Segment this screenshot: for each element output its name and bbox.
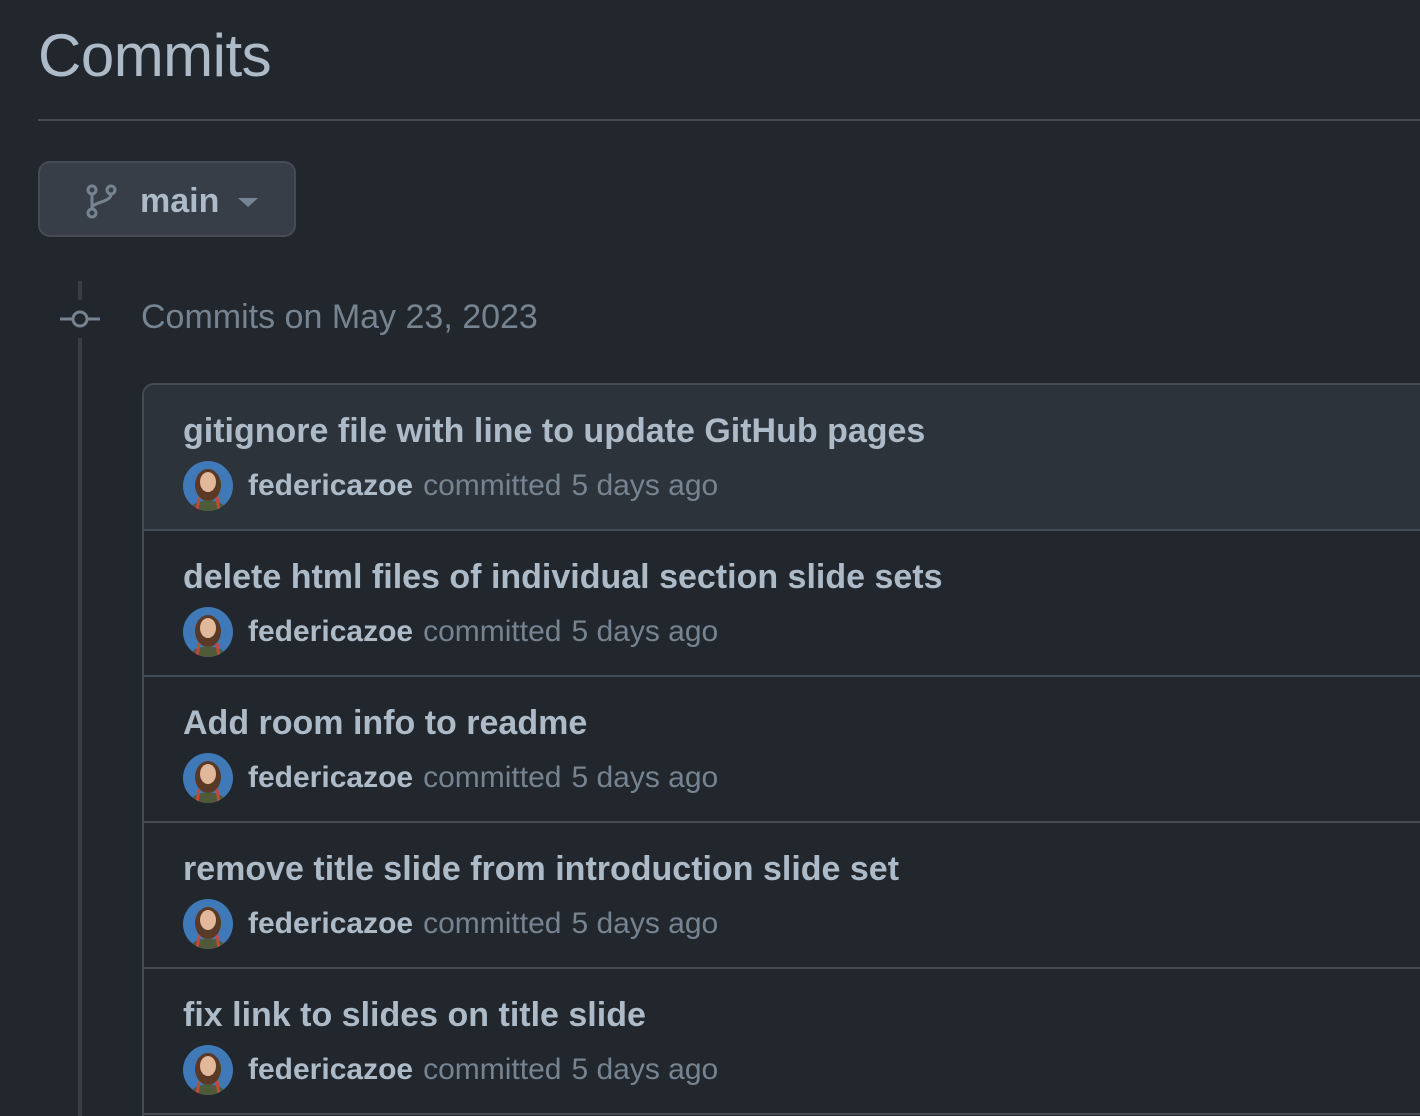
commit-time: 5 days ago bbox=[571, 761, 719, 794]
commit-action: committed bbox=[423, 615, 562, 648]
commit-meta: federicazoe committed 5 days ago bbox=[183, 461, 718, 511]
commit-action: committed bbox=[423, 907, 562, 940]
page-title: Commits bbox=[38, 22, 272, 89]
commit-group-heading: Commits on May 23, 2023 bbox=[141, 298, 538, 336]
avatar[interactable] bbox=[183, 607, 233, 657]
commit-message-link[interactable]: gitignore file with line to update GitHu… bbox=[183, 411, 925, 451]
commit-author-link[interactable]: federicazoe bbox=[248, 761, 413, 795]
timeline-line bbox=[78, 281, 82, 1116]
commit-row: fix link to slides on title slide federi… bbox=[144, 969, 1420, 1115]
commit-row: remove title slide from introduction sli… bbox=[144, 823, 1420, 969]
commit-time: 5 days ago bbox=[571, 1053, 719, 1086]
commit-author-link[interactable]: federicazoe bbox=[248, 907, 413, 941]
git-branch-icon bbox=[86, 184, 117, 219]
commit-author-link[interactable]: federicazoe bbox=[248, 1053, 413, 1087]
avatar[interactable] bbox=[183, 461, 233, 511]
avatar[interactable] bbox=[183, 899, 233, 949]
branch-select-button[interactable]: main bbox=[38, 161, 296, 237]
commit-action: committed bbox=[423, 1053, 562, 1086]
commit-message-link[interactable]: Add room info to readme bbox=[183, 703, 587, 743]
commit-time: 5 days ago bbox=[571, 907, 719, 940]
commit-list: gitignore file with line to update GitHu… bbox=[142, 383, 1420, 1116]
avatar[interactable] bbox=[183, 753, 233, 803]
chevron-down-icon bbox=[238, 198, 258, 207]
commit-meta: federicazoe committed 5 days ago bbox=[183, 607, 718, 657]
commit-author-link[interactable]: federicazoe bbox=[248, 469, 413, 503]
commit-row: gitignore file with line to update GitHu… bbox=[144, 385, 1420, 531]
commit-meta: federicazoe committed 5 days ago bbox=[183, 753, 718, 803]
commit-row: delete html files of individual section … bbox=[144, 531, 1420, 677]
commit-time: 5 days ago bbox=[571, 469, 719, 502]
commit-meta: federicazoe committed 5 days ago bbox=[183, 1045, 718, 1095]
avatar[interactable] bbox=[183, 1045, 233, 1095]
commit-message-link[interactable]: fix link to slides on title slide bbox=[183, 995, 646, 1035]
commit-meta: federicazoe committed 5 days ago bbox=[183, 899, 718, 949]
commit-message-link[interactable]: remove title slide from introduction sli… bbox=[183, 849, 899, 889]
commits-page: Commits main Commits on May 23, 2023 git… bbox=[0, 0, 1420, 1116]
branch-name: main bbox=[140, 182, 220, 220]
git-commit-icon bbox=[60, 300, 100, 338]
commit-time: 5 days ago bbox=[571, 615, 719, 648]
commit-action: committed bbox=[423, 761, 562, 794]
commit-row: Add room info to readme federicazoe comm… bbox=[144, 677, 1420, 823]
title-divider bbox=[38, 119, 1420, 121]
commit-message-link[interactable]: delete html files of individual section … bbox=[183, 557, 943, 597]
commit-author-link[interactable]: federicazoe bbox=[248, 615, 413, 649]
commit-action: committed bbox=[423, 469, 562, 502]
